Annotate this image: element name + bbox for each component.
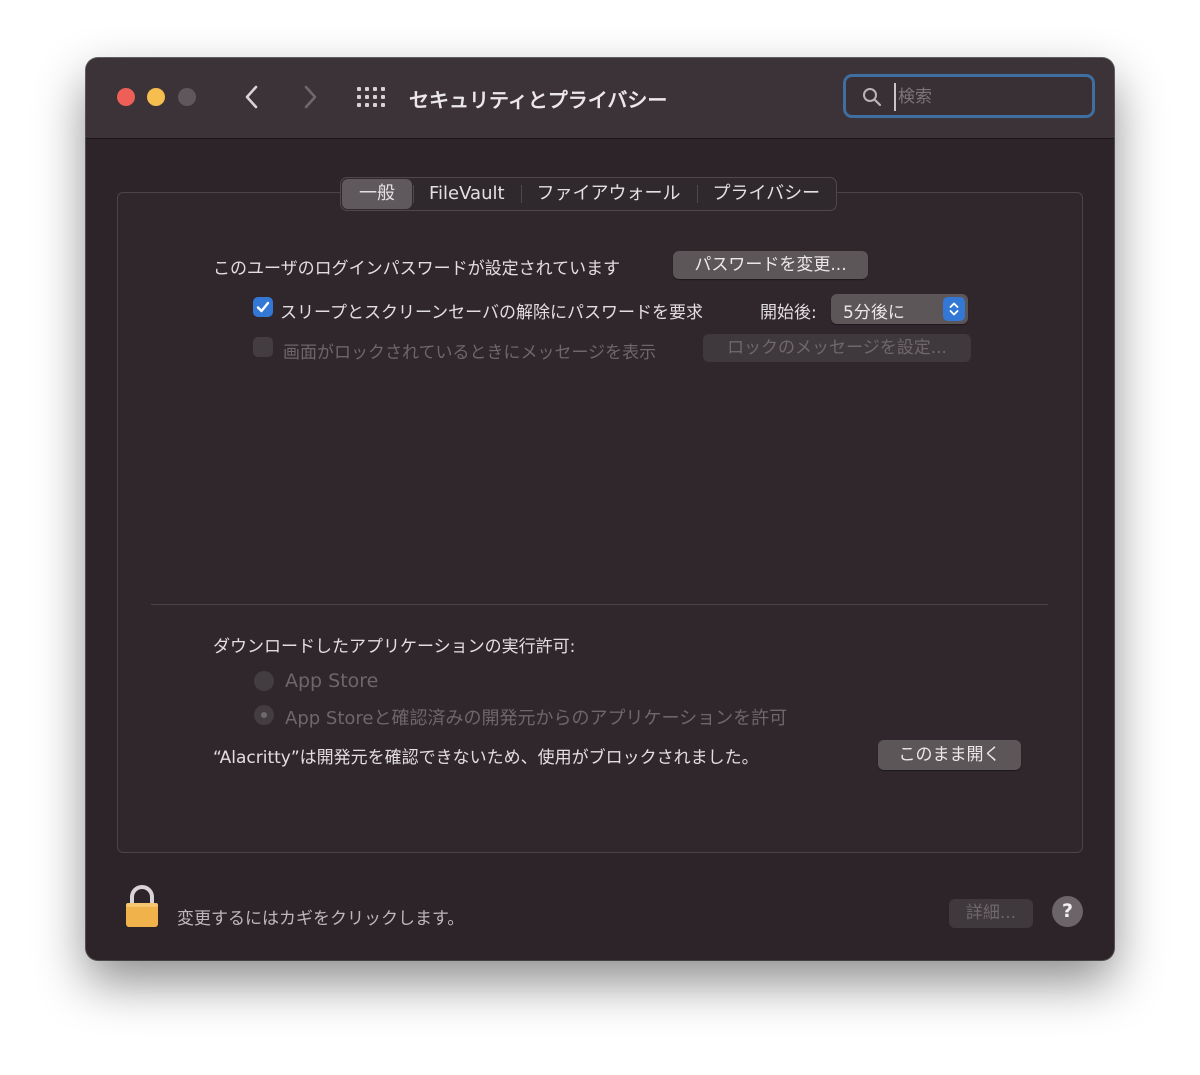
radio-app-store-identified-label: App Storeと確認済みの開発元からのアプリケーションを許可 (285, 708, 788, 729)
search-input[interactable] (894, 83, 1090, 111)
search-icon (863, 88, 882, 107)
lock-hint-text: 変更するにはカギをクリックします。 (177, 909, 465, 929)
minimize-window-button[interactable] (147, 88, 165, 106)
password-delay-value: 5分後に (843, 303, 905, 323)
preferences-window: セキュリティとプライバシー 一般 FileVault ファイアウォール プライバ… (86, 58, 1114, 960)
select-stepper (943, 297, 965, 321)
forward-button[interactable] (295, 82, 325, 112)
require-password-label: スリープとスクリーンセーバの解除にパスワードを要求 (280, 303, 703, 323)
tab-firewall[interactable]: ファイアウォール (520, 178, 697, 210)
chevron-right-icon (304, 85, 317, 109)
checkmark-icon (256, 301, 270, 313)
tab-privacy[interactable]: プライバシー (696, 178, 837, 210)
lock-message-checkbox[interactable] (253, 337, 273, 357)
change-password-button[interactable]: パスワードを変更... (673, 251, 868, 279)
start-after-label: 開始後: (760, 303, 817, 323)
tab-bar: 一般 FileVault ファイアウォール プライバシー (340, 177, 838, 211)
tab-general[interactable]: 一般 (342, 179, 412, 209)
set-lock-message-button[interactable]: ロックのメッセージを設定... (703, 334, 971, 362)
close-window-button[interactable] (117, 88, 135, 106)
radio-app-store-label: App Store (285, 670, 379, 692)
radio-app-store[interactable] (254, 671, 274, 691)
title-bar: セキュリティとプライバシー (86, 58, 1114, 139)
chevron-left-icon (245, 85, 258, 109)
help-button[interactable]: ? (1052, 896, 1083, 927)
tab-filevault[interactable]: FileVault (413, 178, 521, 210)
zoom-window-button[interactable] (178, 88, 196, 106)
password-delay-select[interactable]: 5分後に (831, 294, 968, 324)
lock-icon[interactable] (124, 884, 160, 928)
lock-message-label: 画面がロックされているときにメッセージを表示 (283, 343, 657, 363)
chevron-up-down-icon (949, 302, 959, 316)
password-status-text: このユーザのログインパスワードが設定されています (213, 259, 621, 279)
blocked-app-message: “Alacritty”は開発元を確認できないため、使用がブロックされました。 (213, 748, 759, 768)
downloads-heading: ダウンロードしたアプリケーションの実行許可: (213, 637, 576, 657)
advanced-button[interactable]: 詳細... (949, 899, 1033, 928)
back-button[interactable] (237, 82, 267, 112)
radio-selected-dot (261, 712, 267, 718)
window-title: セキュリティとプライバシー (409, 88, 668, 112)
radio-app-store-identified[interactable] (254, 705, 274, 725)
show-all-grid-icon[interactable] (357, 85, 385, 109)
require-password-checkbox[interactable] (253, 297, 273, 317)
search-field[interactable] (843, 74, 1095, 118)
section-divider (151, 604, 1048, 605)
open-anyway-button[interactable]: このまま開く (878, 740, 1021, 770)
